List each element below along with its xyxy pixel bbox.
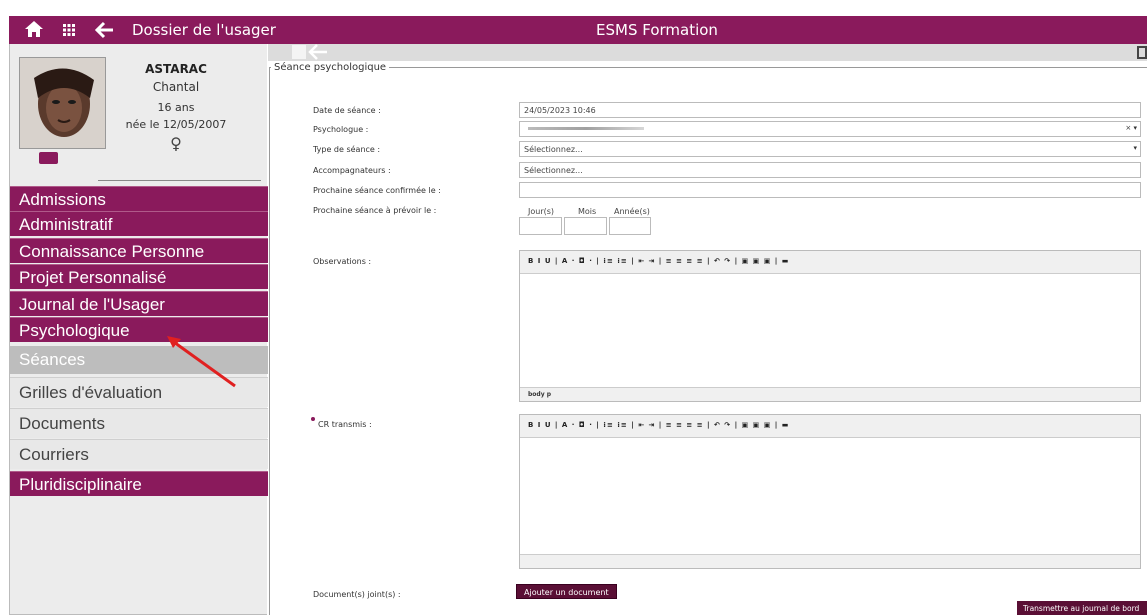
cr-editor-status xyxy=(520,554,1140,568)
grid-menu-icon[interactable] xyxy=(63,24,75,36)
nav-seances[interactable]: Séances xyxy=(10,346,268,374)
type-placeholder: Sélectionnez... xyxy=(524,145,583,154)
nav-documents[interactable]: Documents xyxy=(10,408,268,438)
redacted-value xyxy=(528,127,644,130)
nav-courriers[interactable]: Courriers xyxy=(10,439,268,469)
date-label: Date de séance : xyxy=(313,106,381,115)
divider xyxy=(98,180,261,181)
cr-transmis-label: CR transmis : xyxy=(318,420,372,429)
type-select[interactable]: Sélectionnez... ▾ xyxy=(519,141,1141,157)
female-icon: ♀ xyxy=(170,134,182,153)
patient-first-name: Chantal xyxy=(152,80,200,94)
observations-editor[interactable]: B I U | A · ◘ · | ⁝≡ ⁝≡ | ⇤ ⇥ | ≡ ≡ ≡ ≡ … xyxy=(519,250,1141,402)
years-input[interactable] xyxy=(609,217,651,235)
required-marker xyxy=(311,417,315,421)
accompagnateurs-placeholder: Sélectionnez... xyxy=(524,166,583,175)
days-input[interactable] xyxy=(519,217,562,235)
add-document-button[interactable]: Ajouter un document xyxy=(516,584,617,599)
clear-dropdown-icon[interactable]: × ▾ xyxy=(1125,124,1137,132)
observations-label: Observations : xyxy=(313,257,372,266)
send-to-journal-button[interactable]: Transmettre au journal de bord xyxy=(1017,601,1147,615)
top-bar: Dossier de l'usager ESMS Formation xyxy=(9,16,1147,44)
accompagnateurs-label: Accompagnateurs : xyxy=(313,166,391,175)
patient-photo xyxy=(19,57,106,149)
breadcrumb[interactable]: Dossier de l'usager xyxy=(132,20,276,40)
type-label: Type de séance : xyxy=(313,145,381,154)
observations-editor-toolbar[interactable]: B I U | A · ◘ · | ⁝≡ ⁝≡ | ⇤ ⇥ | ≡ ≡ ≡ ≡ … xyxy=(520,251,1140,274)
psychologist-label: Psychologue : xyxy=(313,125,369,134)
nav-pluridisciplinaire[interactable]: Pluridisciplinaire xyxy=(10,471,268,496)
cr-transmis-editor[interactable]: B I U | A · ◘ · | ⁝≡ ⁝≡ | ⇤ ⇥ | ≡ ≡ ≡ ≡ … xyxy=(519,414,1141,569)
back-arrow-icon[interactable] xyxy=(308,43,328,61)
nav-grilles-evaluation[interactable]: Grilles d'évaluation xyxy=(10,377,268,407)
home-icon[interactable] xyxy=(23,19,45,39)
nav-journal-usager[interactable]: Journal de l'Usager xyxy=(10,291,268,316)
next-confirmed-label: Prochaine séance confirmée le : xyxy=(313,186,441,195)
next-confirmed-input[interactable] xyxy=(519,182,1141,198)
patient-birthdate: née le 12/05/2007 xyxy=(125,118,227,131)
section-title: Séance psychologique xyxy=(271,62,390,73)
nav-administratif[interactable]: Administratif xyxy=(10,211,268,236)
id-card-icon[interactable] xyxy=(39,152,58,164)
years-label: Année(s) xyxy=(614,207,650,216)
nav-connaissance-personne[interactable]: Connaissance Personne xyxy=(10,238,268,263)
days-label: Jour(s) xyxy=(528,207,555,216)
calendar-icon[interactable] xyxy=(1137,46,1147,59)
nav-psychologique[interactable]: Psychologique xyxy=(10,317,268,342)
psychologist-select[interactable]: × ▾ xyxy=(519,121,1141,137)
back-arrow-icon[interactable] xyxy=(95,20,115,40)
date-input[interactable]: 24/05/2023 10:46 xyxy=(519,102,1141,118)
accompagnateurs-select[interactable]: Sélectionnez... xyxy=(519,162,1141,178)
save-icon[interactable] xyxy=(292,45,306,59)
patient-age: 16 ans xyxy=(157,101,195,114)
form-toolbar xyxy=(268,44,1147,61)
nav-admissions[interactable]: Admissions xyxy=(10,186,268,211)
sidebar: ASTARAC Chantal 16 ans née le 12/05/2007… xyxy=(9,44,268,615)
observations-editor-status: body p xyxy=(520,387,1140,401)
next-planned-label: Prochaine séance à prévoir le : xyxy=(313,206,437,215)
months-label: Mois xyxy=(578,207,597,216)
patient-last-name: ASTARAC xyxy=(145,62,207,76)
chevron-down-icon[interactable]: ▾ xyxy=(1133,144,1137,152)
cr-editor-toolbar[interactable]: B I U | A · ◘ · | ⁝≡ ⁝≡ | ⇤ ⇥ | ≡ ≡ ≡ ≡ … xyxy=(520,415,1140,438)
months-input[interactable] xyxy=(564,217,607,235)
documents-label: Document(s) joint(s) : xyxy=(313,590,401,599)
nav-projet-personnalise[interactable]: Projet Personnalisé xyxy=(10,264,268,289)
app-title: ESMS Formation xyxy=(596,21,718,39)
